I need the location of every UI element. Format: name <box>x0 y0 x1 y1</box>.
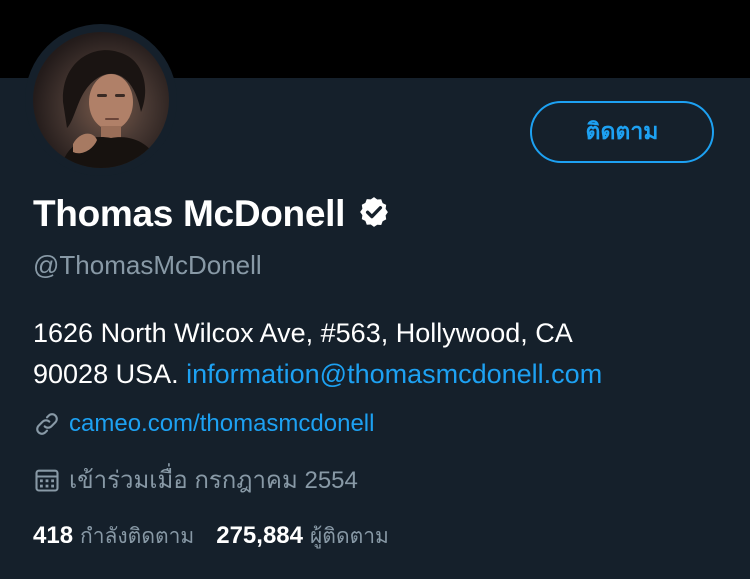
followers-label: ผู้ติดตาม <box>310 524 389 548</box>
verified-badge-icon <box>345 195 391 233</box>
bio-line-1: 1626 North Wilcox Ave, #563, Hollywood, … <box>33 318 573 348</box>
link-icon <box>33 410 61 438</box>
website-link[interactable]: cameo.com/thomasmcdonell <box>69 410 374 438</box>
following-stat[interactable]: 418 กำลังติดตาม <box>33 520 194 553</box>
profile-stats: 418 กำลังติดตาม 275,884 ผู้ติดตาม <box>33 520 389 553</box>
avatar[interactable] <box>33 32 169 168</box>
joined-date: เข้าร่วมเมื่อ กรกฎาคม 2554 <box>69 467 358 494</box>
bio-line-2-text: 90028 USA. <box>33 359 187 389</box>
profile-name-row: Thomas McDonell <box>33 192 391 236</box>
profile-joined-row: เข้าร่วมเมื่อ กรกฎาคม 2554 <box>33 460 358 499</box>
calendar-icon <box>33 466 61 494</box>
follow-button[interactable]: ติดตาม <box>530 101 714 163</box>
followers-count: 275,884 <box>216 522 303 549</box>
display-name: Thomas McDonell <box>33 193 346 234</box>
profile-website-row: cameo.com/thomasmcdonell <box>33 410 374 438</box>
bio-email-link[interactable]: information@thomasmcdonell.com <box>186 359 602 389</box>
followers-stat[interactable]: 275,884 ผู้ติดตาม <box>216 520 389 553</box>
following-label: กำลังติดตาม <box>80 524 195 548</box>
bio-line-2: 90028 USA. information@thomasmcdonell.co… <box>33 354 723 395</box>
following-count: 418 <box>33 522 74 549</box>
profile-handle: @ThomasMcDonell <box>33 250 262 280</box>
profile-bio: 1626 North Wilcox Ave, #563, Hollywood, … <box>33 313 723 395</box>
avatar-photo <box>61 50 161 168</box>
